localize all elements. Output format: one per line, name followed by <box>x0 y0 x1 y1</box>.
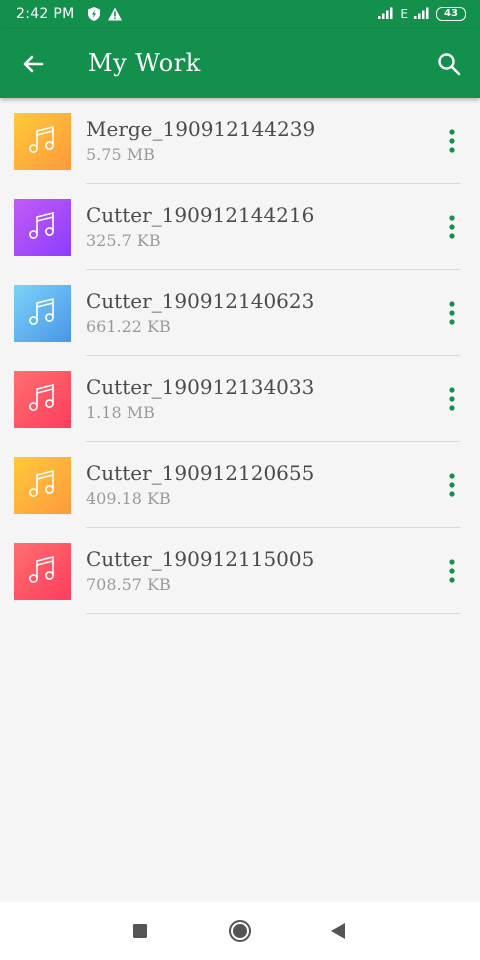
more-vert-icon[interactable] <box>440 556 464 586</box>
shield-icon <box>86 6 102 22</box>
system-nav-bar <box>0 902 480 960</box>
back-triangle-icon[interactable] <box>326 919 350 943</box>
file-name: Cutter_190912120655 <box>86 461 315 485</box>
music-note-icon <box>26 467 60 505</box>
file-size: 661.22 KB <box>86 317 171 336</box>
list-item[interactable]: Cutter_190912120655 409.18 KB <box>0 442 480 528</box>
music-note-icon <box>26 209 60 247</box>
list-item[interactable]: Cutter_190912144216 325.7 KB <box>0 184 480 270</box>
file-size: 708.57 KB <box>86 575 171 594</box>
music-note-icon <box>26 381 60 419</box>
list-item[interactable]: Cutter_190912140623 661.22 KB <box>0 270 480 356</box>
more-vert-icon[interactable] <box>440 470 464 500</box>
back-arrow-icon[interactable] <box>18 49 48 79</box>
more-vert-icon[interactable] <box>440 298 464 328</box>
audio-thumbnail <box>14 199 71 256</box>
audio-thumbnail <box>14 285 71 342</box>
file-name: Cutter_190912115005 <box>86 547 315 571</box>
audio-thumbnail <box>14 543 71 600</box>
file-name: Merge_190912144239 <box>86 117 316 141</box>
recent-apps-icon[interactable] <box>128 919 152 943</box>
signal-icon-2 <box>414 7 430 22</box>
file-size: 325.7 KB <box>86 231 161 250</box>
list-item[interactable]: Cutter_190912115005 708.57 KB <box>0 528 480 614</box>
signal-icon <box>378 7 394 22</box>
audio-thumbnail <box>14 457 71 514</box>
file-name: Cutter_190912140623 <box>86 289 315 313</box>
music-note-icon <box>26 553 60 591</box>
battery-icon: 43 <box>436 7 466 21</box>
page-title: My Work <box>88 49 201 77</box>
file-name: Cutter_190912134033 <box>86 375 315 399</box>
list-item[interactable]: Cutter_190912134033 1.18 MB <box>0 356 480 442</box>
warning-icon <box>107 6 123 22</box>
divider <box>86 613 460 614</box>
network-type-label: E <box>400 7 408 21</box>
more-vert-icon[interactable] <box>440 212 464 242</box>
status-bar: 2:42 PM E 43 <box>0 0 480 29</box>
music-note-icon <box>26 295 60 333</box>
file-size: 5.75 MB <box>86 145 155 164</box>
home-icon[interactable] <box>228 919 252 943</box>
status-time: 2:42 PM <box>16 6 75 22</box>
status-right-group: E 43 <box>378 6 466 22</box>
app-bar: My Work <box>0 29 480 98</box>
list-item[interactable]: Merge_190912144239 5.75 MB <box>0 98 480 184</box>
audio-thumbnail <box>14 113 71 170</box>
audio-thumbnail <box>14 371 71 428</box>
file-name: Cutter_190912144216 <box>86 203 315 227</box>
music-note-icon <box>26 123 60 161</box>
file-size: 409.18 KB <box>86 489 171 508</box>
file-size: 1.18 MB <box>86 403 155 422</box>
more-vert-icon[interactable] <box>440 126 464 156</box>
more-vert-icon[interactable] <box>440 384 464 414</box>
file-list: Merge_190912144239 5.75 MB Cutter_190912… <box>0 98 480 614</box>
search-icon[interactable] <box>434 49 464 79</box>
